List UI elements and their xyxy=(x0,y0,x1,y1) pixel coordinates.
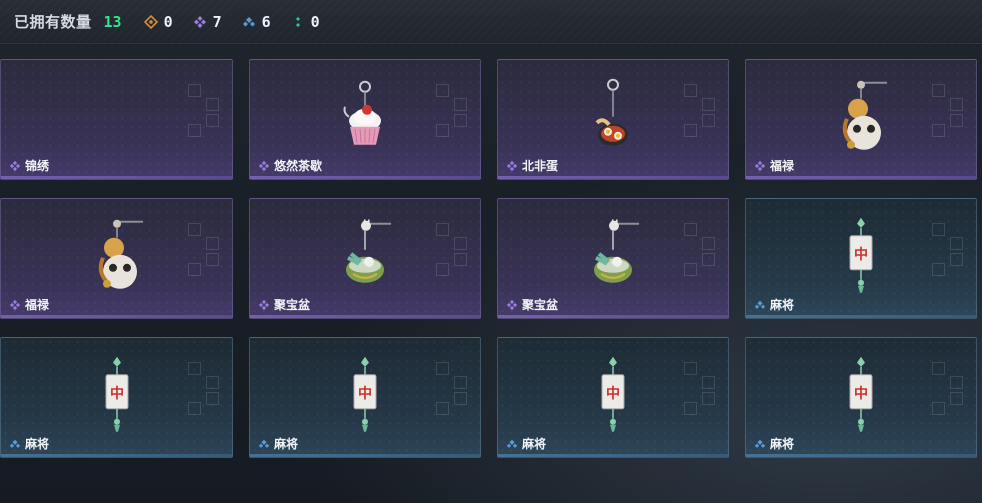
charm-label: 北非蛋 xyxy=(506,157,558,174)
charm-label: 锦绣 xyxy=(9,157,49,174)
mahjong-charm-icon: 中 xyxy=(831,215,891,295)
charm-name: 北非蛋 xyxy=(522,159,559,173)
purple-rarity-icon xyxy=(506,299,518,311)
charm-label: 麻将 xyxy=(9,435,49,452)
charm-name: 麻将 xyxy=(522,437,547,451)
purple-rarity-icon xyxy=(9,160,21,172)
blue-rarity-icon xyxy=(754,299,766,311)
charm-name: 锦绣 xyxy=(25,159,50,173)
cupcake-charm-icon xyxy=(335,76,395,156)
stat-orange: 0 xyxy=(143,12,173,31)
svg-text:中: 中 xyxy=(606,384,620,401)
charm-card[interactable]: 北非蛋 xyxy=(497,59,729,180)
blue-rarity-icon xyxy=(506,438,518,450)
orange-rarity-icon xyxy=(143,14,158,29)
purple-rarity-icon xyxy=(9,299,21,311)
purple-rarity-icon xyxy=(258,299,270,311)
inventory-header: 已拥有数量 13 0 7 6 0 xyxy=(0,0,982,44)
stat-green: 0 xyxy=(291,13,320,31)
gourd-charm-icon xyxy=(87,215,147,295)
empty-charm xyxy=(87,76,147,156)
card-decoration xyxy=(436,223,470,277)
charm-name: 麻将 xyxy=(770,298,795,312)
purple-rarity-icon xyxy=(258,160,270,172)
charm-card[interactable]: 中 麻将 xyxy=(745,337,977,458)
card-decoration xyxy=(684,362,718,416)
charm-card[interactable]: 中 麻将 xyxy=(745,198,977,319)
mahjong-charm-icon: 中 xyxy=(335,354,395,434)
blue-rarity-icon xyxy=(242,15,256,29)
charm-name: 福禄 xyxy=(25,298,50,312)
charm-card[interactable]: 中 麻将 xyxy=(497,337,729,458)
treasure-bowl-charm-icon xyxy=(335,215,395,295)
charm-card[interactable]: 中 麻将 xyxy=(0,337,233,458)
charm-card[interactable]: 聚宝盆 xyxy=(497,198,729,319)
charm-card[interactable]: 锦绣 xyxy=(0,59,233,180)
charm-card[interactable]: 悠然茶歇 xyxy=(249,59,481,180)
svg-text:中: 中 xyxy=(358,384,372,401)
charm-label: 麻将 xyxy=(754,296,794,313)
stat-blue: 6 xyxy=(242,13,271,31)
shakshuka-charm-icon xyxy=(583,76,643,156)
charm-name: 麻将 xyxy=(274,437,299,451)
card-decoration xyxy=(932,362,966,416)
stat-orange-count: 0 xyxy=(163,12,173,31)
card-decoration xyxy=(188,84,222,138)
stat-purple: 7 xyxy=(193,13,222,31)
charm-label: 悠然茶歇 xyxy=(258,157,322,174)
mahjong-charm-icon: 中 xyxy=(583,354,643,434)
charm-label: 麻将 xyxy=(258,435,298,452)
charm-name: 聚宝盆 xyxy=(274,298,311,312)
owned-label: 已拥有数量 xyxy=(14,13,92,31)
purple-rarity-icon xyxy=(754,160,766,172)
treasure-bowl-charm-icon xyxy=(583,215,643,295)
charm-label: 聚宝盆 xyxy=(506,296,558,313)
svg-text:中: 中 xyxy=(854,245,868,262)
charm-name: 麻将 xyxy=(770,437,795,451)
charm-grid: 锦绣 悠然茶歇 北非蛋 福禄 福禄 聚宝盆 聚宝盆 中 麻将 中 麻将 中 麻将… xyxy=(0,59,977,458)
mahjong-charm-icon: 中 xyxy=(831,354,891,434)
charm-name: 麻将 xyxy=(25,437,50,451)
charm-card[interactable]: 福禄 xyxy=(0,198,233,319)
card-decoration xyxy=(436,84,470,138)
charm-label: 麻将 xyxy=(506,435,546,452)
blue-rarity-icon xyxy=(258,438,270,450)
purple-rarity-icon xyxy=(193,15,207,29)
card-decoration xyxy=(684,223,718,277)
card-decoration xyxy=(932,84,966,138)
charm-name: 悠然茶歇 xyxy=(274,159,323,173)
charm-name: 福禄 xyxy=(770,159,795,173)
card-decoration xyxy=(188,223,222,277)
green-rarity-icon xyxy=(291,15,305,29)
charm-label: 福禄 xyxy=(9,296,49,313)
svg-text:中: 中 xyxy=(854,384,868,401)
owned-count: 13 xyxy=(103,12,122,31)
card-decoration xyxy=(684,84,718,138)
card-decoration xyxy=(932,223,966,277)
stat-green-count: 0 xyxy=(310,12,320,31)
mahjong-charm-icon: 中 xyxy=(87,354,147,434)
charm-label: 福禄 xyxy=(754,157,794,174)
charm-card[interactable]: 聚宝盆 xyxy=(249,198,481,319)
charm-card[interactable]: 福禄 xyxy=(745,59,977,180)
svg-text:中: 中 xyxy=(110,384,124,401)
stat-blue-count: 6 xyxy=(261,12,271,31)
card-decoration xyxy=(436,362,470,416)
blue-rarity-icon xyxy=(754,438,766,450)
purple-rarity-icon xyxy=(506,160,518,172)
charm-card[interactable]: 中 麻将 xyxy=(249,337,481,458)
charm-label: 聚宝盆 xyxy=(258,296,310,313)
stat-purple-count: 7 xyxy=(212,12,222,31)
gourd-charm-icon xyxy=(831,76,891,156)
charm-label: 麻将 xyxy=(754,435,794,452)
card-decoration xyxy=(188,362,222,416)
charm-name: 聚宝盆 xyxy=(522,298,559,312)
blue-rarity-icon xyxy=(9,438,21,450)
